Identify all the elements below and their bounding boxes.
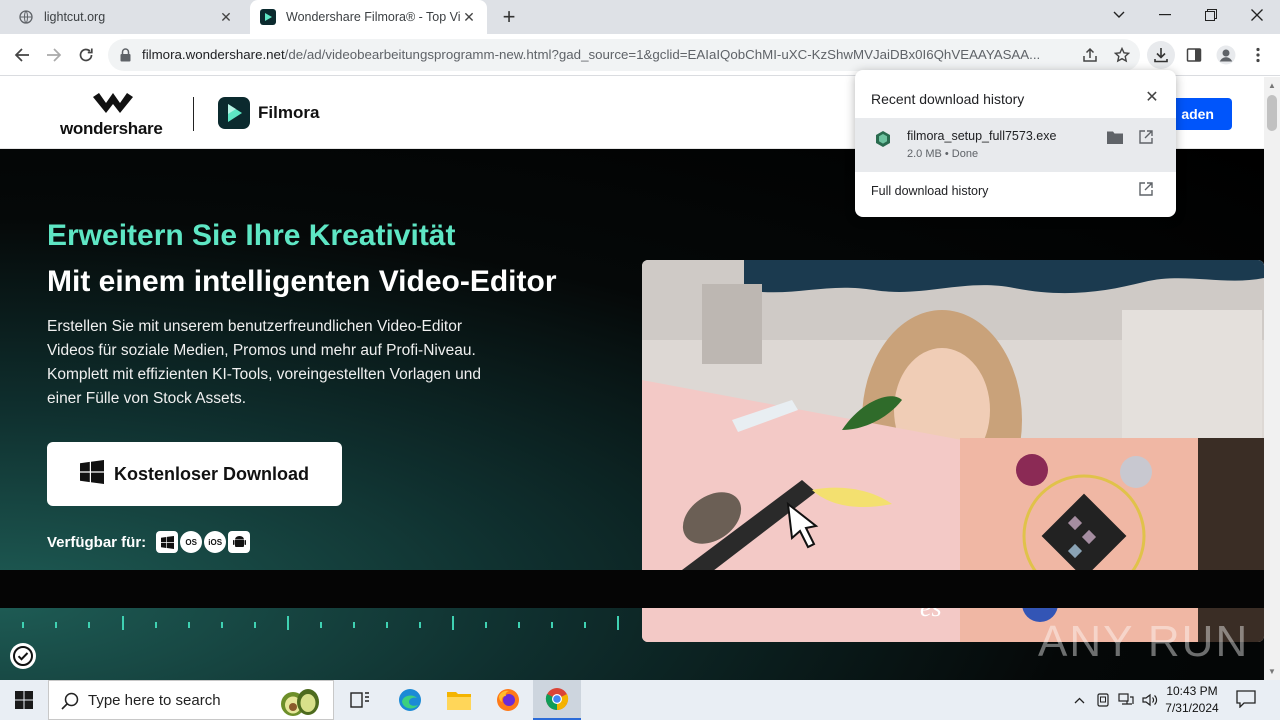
brand-name: wondershare [60,119,163,138]
scroll-thumb[interactable] [1267,95,1277,131]
hero-description-line: Komplett mit effizienten KI-Tools, vorei… [47,366,481,383]
full-download-history-link[interactable]: Full download history [871,184,988,198]
menu-kebab-icon[interactable] [1244,41,1272,69]
avocado-search-highlight-icon [281,689,319,716]
lock-icon[interactable] [120,48,131,67]
hero-description-line: Erstellen Sie mit unserem benutzerfreund… [47,318,462,335]
windows-platform-icon[interactable] [156,531,179,553]
free-download-label: Kostenloser Download [113,463,310,484]
search-placeholder: Type here to search [88,692,221,709]
firefox-icon[interactable] [484,680,532,720]
volume-icon[interactable] [1140,680,1160,720]
wondershare-mark-icon [93,93,133,113]
chrome-icon[interactable] [533,680,581,720]
download-file-name: filmora_setup_full7573.exe [907,129,1057,143]
clock-date: 7/31/2024 [1165,701,1219,715]
hero-title: Mit einem intelligenten Video-Editor [47,265,557,298]
wondershare-logo[interactable]: wondershare [60,93,168,138]
windows-logo-icon [79,459,104,489]
edge-browser-icon[interactable] [386,680,434,720]
url-host: filmora.wondershare.net [142,47,285,62]
tab-search-icon[interactable] [1096,0,1142,30]
forward-arrow-icon[interactable] [40,41,68,69]
globe-icon [18,9,34,25]
share-icon[interactable] [1076,41,1104,69]
macos-platform-icon[interactable]: OS [180,531,203,553]
filmora-favicon-icon [260,9,276,25]
side-panel-icon[interactable] [1180,41,1208,69]
network-icon[interactable] [1116,680,1136,720]
download-item[interactable]: filmora_setup_full7573.exe 2.0 MB • Done [855,118,1176,172]
restore-icon[interactable] [1188,0,1234,30]
hero-title-accent: Erweitern Sie Ihre Kreativität [47,219,456,252]
open-file-icon[interactable] [1139,130,1157,148]
system-clock[interactable]: 10:43 PM 7/31/2024 [1160,683,1224,717]
free-download-button[interactable]: Kostenloser Download [47,442,342,506]
taskbar-search[interactable]: Type here to search [48,680,334,720]
available-platforms: Verfügbar für: OS iOS [47,531,252,553]
tab-close-icon[interactable]: ✕ [461,9,477,25]
tab-title: Wondershare Filmora® - Top Vi [286,10,461,24]
close-window-icon[interactable] [1234,0,1280,30]
profile-avatar-icon[interactable] [1212,41,1240,69]
url-path: /de/ad/videobearbeitungsprogramm-new.htm… [284,47,1041,62]
url-text[interactable]: filmora.wondershare.net/de/ad/videobearb… [142,47,1072,62]
clock-time: 10:43 PM [1166,684,1218,698]
security-check-icon[interactable] [10,643,36,669]
tray-overflow-chevron-icon[interactable] [1070,680,1088,720]
hero-description-line: Videos für soziale Medien, Promos und me… [47,342,476,359]
scroll-up-arrow-icon[interactable]: ▲ [1268,81,1276,90]
back-arrow-icon[interactable] [8,41,36,69]
windows-start-icon [15,691,33,709]
audio-waveform-decoration [22,616,619,630]
notification-center-icon[interactable] [1236,690,1258,710]
address-bar[interactable]: filmora.wondershare.net/de/ad/videobearb… [108,39,1140,71]
product-name: Filmora [258,103,320,122]
installer-file-icon [876,131,890,152]
available-label: Verfügbar für: [47,533,147,551]
page-scrollbar[interactable]: ▲ ▼ [1264,77,1280,680]
tray-device-icon[interactable] [1094,680,1112,720]
search-icon [61,692,79,715]
download-file-meta: 2.0 MB • Done [907,148,979,160]
windows-taskbar: Type here to search 10:43 PM 7/31/2024 [0,680,1280,720]
show-in-folder-icon[interactable] [1107,130,1125,148]
header-divider [193,97,194,131]
download-history-popup: Recent download history ✕ filmora_setup_… [855,70,1176,217]
minimize-icon[interactable] [1142,0,1188,30]
task-view-icon[interactable] [336,680,384,720]
filmora-logo[interactable]: Filmora [218,97,319,129]
android-platform-icon[interactable] [228,531,251,553]
scroll-down-arrow-icon[interactable]: ▼ [1268,667,1276,676]
tab-close-icon[interactable]: ✕ [218,9,234,25]
reload-icon[interactable] [72,41,100,69]
hero-description-line: einer Fülle von Stock Assets. [47,390,247,407]
tab-title: lightcut.org [44,10,106,24]
tab-bar: lightcut.org ✕ Wondershare Filmora® - To… [0,0,1280,34]
tab-filmora[interactable]: Wondershare Filmora® - Top Vi ✕ [250,0,487,34]
hero-description: Erstellen Sie mit unserem benutzerfreund… [47,315,527,411]
tab-lightcut[interactable]: lightcut.org ✕ [8,0,244,34]
bookmark-star-icon[interactable] [1108,41,1136,69]
filmora-logo-icon [218,97,250,129]
close-popup-icon[interactable]: ✕ [1144,90,1160,106]
new-tab-button[interactable]: + [498,6,520,28]
start-button[interactable] [0,680,48,720]
download-popup-title: Recent download history [871,91,1025,107]
anyrun-watermark: ANY RUN [1038,617,1250,666]
ios-platform-icon[interactable]: iOS [204,531,227,553]
hero-bottom-strip [0,570,1264,608]
file-explorer-icon[interactable] [435,680,483,720]
open-external-icon[interactable] [1139,182,1157,200]
downloads-icon[interactable] [1147,41,1175,69]
